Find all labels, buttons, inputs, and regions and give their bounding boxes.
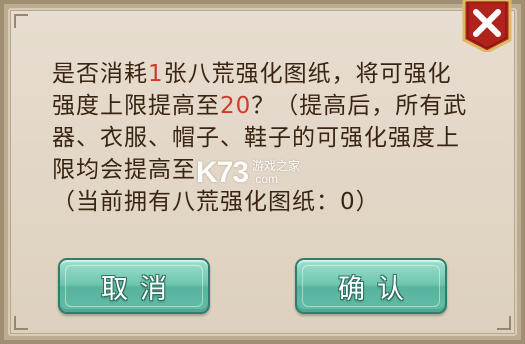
corner-ornament [497, 316, 511, 330]
watermark: K73 游戏之家 .com [196, 156, 300, 190]
message-line: 是否消耗1张八荒强化图纸，将可强化 [52, 61, 452, 87]
dialog-message: 是否消耗1张八荒强化图纸，将可强化 强度上限提高至20？（提高后，所有武 器、衣… [52, 58, 492, 218]
message-line: 强度上限提高至20？（提高后，所有武 [52, 93, 468, 119]
cancel-button[interactable]: 取消 [58, 258, 210, 314]
corner-ornament [14, 316, 28, 330]
message-line: 器、衣服、帽子、鞋子的可强化强度上 [52, 125, 460, 151]
owned-count-line: （当前拥有八荒强化图纸：0） [52, 189, 380, 215]
confirm-button[interactable]: 确认 [295, 258, 447, 314]
close-button[interactable] [458, 0, 516, 52]
paper-count: 1 [148, 61, 164, 87]
level-cap-value: 20 [220, 93, 252, 119]
corner-ornament [14, 14, 28, 28]
close-x-icon [462, 0, 512, 52]
cancel-button-label: 取消 [101, 273, 179, 305]
watermark-url: .com [252, 172, 279, 186]
confirm-button-label: 确认 [338, 273, 416, 305]
watermark-logo: K73 [196, 156, 249, 189]
